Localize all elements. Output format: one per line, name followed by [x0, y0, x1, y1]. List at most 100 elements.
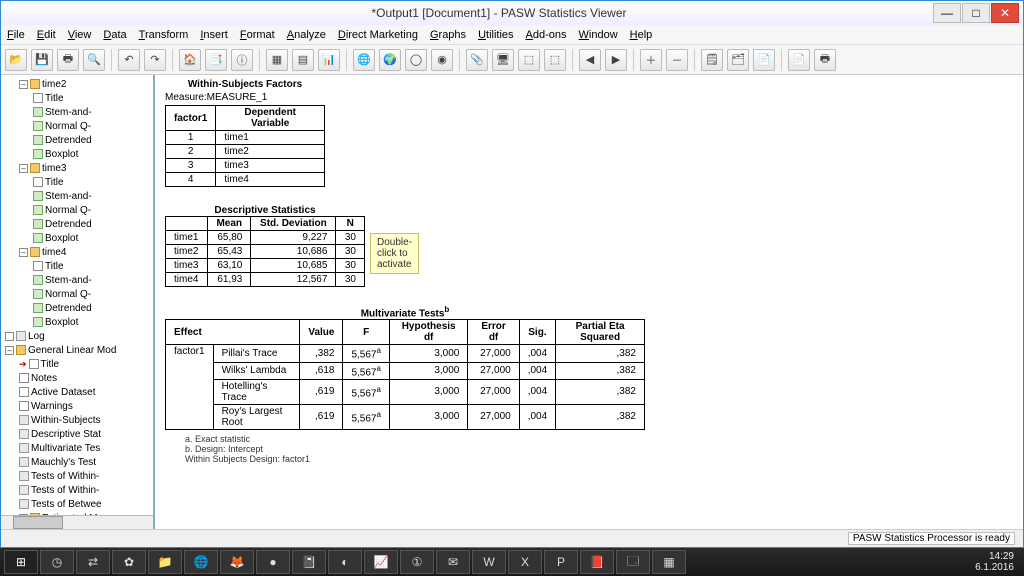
toolbar-button-5[interactable]: ↶	[118, 49, 140, 71]
menu-utilities[interactable]: Utilities	[478, 29, 513, 41]
tree-toggle-icon[interactable]	[5, 332, 14, 341]
menu-analyze[interactable]: Analyze	[287, 29, 326, 41]
taskbar-app-12[interactable]: ✉	[436, 550, 470, 574]
toolbar-button-18[interactable]: ◯	[405, 49, 427, 71]
toolbar-button-27[interactable]: ▶	[605, 49, 627, 71]
toolbar-button-29[interactable]: ＋	[640, 49, 662, 71]
tree-item-boxplot[interactable]: Boxplot	[5, 231, 151, 245]
toolbar-button-23[interactable]: ⬚	[518, 49, 540, 71]
toolbar-button-9[interactable]: 📑	[205, 49, 227, 71]
taskbar-app-18[interactable]: ▦	[652, 550, 686, 574]
toolbar-button-8[interactable]: 🏠	[179, 49, 201, 71]
taskbar-app-4[interactable]: 📁	[148, 550, 182, 574]
taskbar-app-3[interactable]: ✿	[112, 550, 146, 574]
toolbar-button-13[interactable]: ▤	[292, 49, 314, 71]
tree-toggle-icon[interactable]: –	[19, 248, 28, 257]
menu-data[interactable]: Data	[103, 29, 126, 41]
tree-item-detrended[interactable]: Detrended	[5, 301, 151, 315]
close-button[interactable]: ✕	[991, 3, 1019, 23]
tree-item-glm-8[interactable]: Tests of Within-	[5, 469, 151, 483]
menu-direct-marketing[interactable]: Direct Marketing	[338, 29, 418, 41]
tree-toggle-icon[interactable]: –	[19, 80, 28, 89]
tree-item-detrended[interactable]: Detrended	[5, 217, 151, 231]
tree-item-stem-and-[interactable]: Stem-and-	[5, 105, 151, 119]
multivariate-table[interactable]: EffectValueFHypothesis dfError dfSig.Par…	[165, 319, 645, 430]
toolbar-button-1[interactable]: 💾	[31, 49, 53, 71]
tree-item-stem-and-[interactable]: Stem-and-	[5, 189, 151, 203]
taskbar-app-11[interactable]: ①	[400, 550, 434, 574]
tree-toggle-icon[interactable]: –	[5, 346, 14, 355]
tree-item-normal q-[interactable]: Normal Q-	[5, 119, 151, 133]
toolbar-button-17[interactable]: 🌍	[379, 49, 401, 71]
taskbar-app-7[interactable]: ●	[256, 550, 290, 574]
maximize-button[interactable]: □	[962, 3, 990, 23]
tree-item-glm-9[interactable]: Tests of Within-	[5, 483, 151, 497]
toolbar-button-21[interactable]: 📎	[466, 49, 488, 71]
menu-format[interactable]: Format	[240, 29, 275, 41]
tree-item-title[interactable]: Title	[5, 259, 151, 273]
taskbar-app-1[interactable]: ◷	[40, 550, 74, 574]
toolbar-button-33[interactable]: 🗂	[727, 49, 749, 71]
tree-item-glm-4[interactable]: Within-Subjects	[5, 413, 151, 427]
tree-item-normal q-[interactable]: Normal Q-	[5, 287, 151, 301]
menu-window[interactable]: Window	[579, 29, 618, 41]
tree-item-glm-5[interactable]: Descriptive Stat	[5, 427, 151, 441]
toolbar-button-10[interactable]: ⓘ	[231, 49, 253, 71]
tree-item-boxplot[interactable]: Boxplot	[5, 147, 151, 161]
toolbar-button-3[interactable]: 🔍	[83, 49, 105, 71]
toolbar-button-37[interactable]: 🖶	[814, 49, 836, 71]
menu-insert[interactable]: Insert	[200, 29, 228, 41]
taskbar-app-14[interactable]: X	[508, 550, 542, 574]
taskbar-app-2[interactable]: ⇄	[76, 550, 110, 574]
tree-item-glm-7[interactable]: Mauchly's Test	[5, 455, 151, 469]
tree-item-glm-2[interactable]: Active Dataset	[5, 385, 151, 399]
menu-view[interactable]: View	[68, 29, 92, 41]
tree-group-time4[interactable]: –time4	[5, 245, 151, 259]
minimize-button[interactable]: —	[933, 3, 961, 23]
toolbar-button-32[interactable]: 🗒	[701, 49, 723, 71]
taskbar-app-16[interactable]: 📕	[580, 550, 614, 574]
scrollbar-thumb[interactable]	[13, 516, 63, 529]
toolbar-button-24[interactable]: ⬚	[544, 49, 566, 71]
toolbar-button-30[interactable]: －	[666, 49, 688, 71]
taskbar-app-13[interactable]: W	[472, 550, 506, 574]
taskbar[interactable]: ⊞◷⇄✿📁🌐🦊●📓◐📈①✉WXP📕🗔▦14:296.1.2016	[0, 548, 1024, 576]
taskbar-app-6[interactable]: 🦊	[220, 550, 254, 574]
tree-group-time3[interactable]: –time3	[5, 161, 151, 175]
output-tree[interactable]: –time2TitleStem-and-Normal Q-DetrendedBo…	[1, 75, 155, 529]
taskbar-app-9[interactable]: ◐	[328, 550, 362, 574]
tree-group-time2[interactable]: –time2	[5, 77, 151, 91]
toolbar-button-34[interactable]: 📄	[753, 49, 775, 71]
taskbar-app-17[interactable]: 🗔	[616, 550, 650, 574]
toolbar-button-12[interactable]: ▦	[266, 49, 288, 71]
toolbar-button-22[interactable]: 🖥	[492, 49, 514, 71]
tree-item-glm-10[interactable]: Tests of Betwee	[5, 497, 151, 511]
toolbar-button-26[interactable]: ◀	[579, 49, 601, 71]
start-button[interactable]: ⊞	[4, 550, 38, 574]
tree-group-glm[interactable]: –General Linear Mod	[5, 343, 151, 357]
taskbar-app-10[interactable]: 📈	[364, 550, 398, 574]
taskbar-app-5[interactable]: 🌐	[184, 550, 218, 574]
tree-item-glm-0[interactable]: ➔Title	[5, 357, 151, 371]
toolbar-button-36[interactable]: 📄	[788, 49, 810, 71]
menu-edit[interactable]: Edit	[37, 29, 56, 41]
tree-toggle-icon[interactable]: –	[19, 164, 28, 173]
tree-item-stem-and-[interactable]: Stem-and-	[5, 273, 151, 287]
toolbar-button-14[interactable]: 📊	[318, 49, 340, 71]
within-subjects-table[interactable]: factor1Dependent Variable 1time12time23t…	[165, 105, 325, 187]
tree-item-glm-3[interactable]: Warnings	[5, 399, 151, 413]
tree-item-title[interactable]: Title	[5, 175, 151, 189]
system-clock[interactable]: 14:296.1.2016	[969, 551, 1020, 573]
taskbar-app-15[interactable]: P	[544, 550, 578, 574]
menu-help[interactable]: Help	[630, 29, 653, 41]
tree-item-glm-1[interactable]: Notes	[5, 371, 151, 385]
output-pane[interactable]: Within-Subjects Factors Measure:MEASURE_…	[155, 75, 1023, 529]
toolbar-button-19[interactable]: ◉	[431, 49, 453, 71]
tree-item-log[interactable]: Log	[5, 329, 151, 343]
menu-graphs[interactable]: Graphs	[430, 29, 466, 41]
tree-item-normal q-[interactable]: Normal Q-	[5, 203, 151, 217]
menu-file[interactable]: File	[7, 29, 25, 41]
menu-transform[interactable]: Transform	[139, 29, 189, 41]
menu-add-ons[interactable]: Add-ons	[526, 29, 567, 41]
tree-item-title[interactable]: Title	[5, 91, 151, 105]
